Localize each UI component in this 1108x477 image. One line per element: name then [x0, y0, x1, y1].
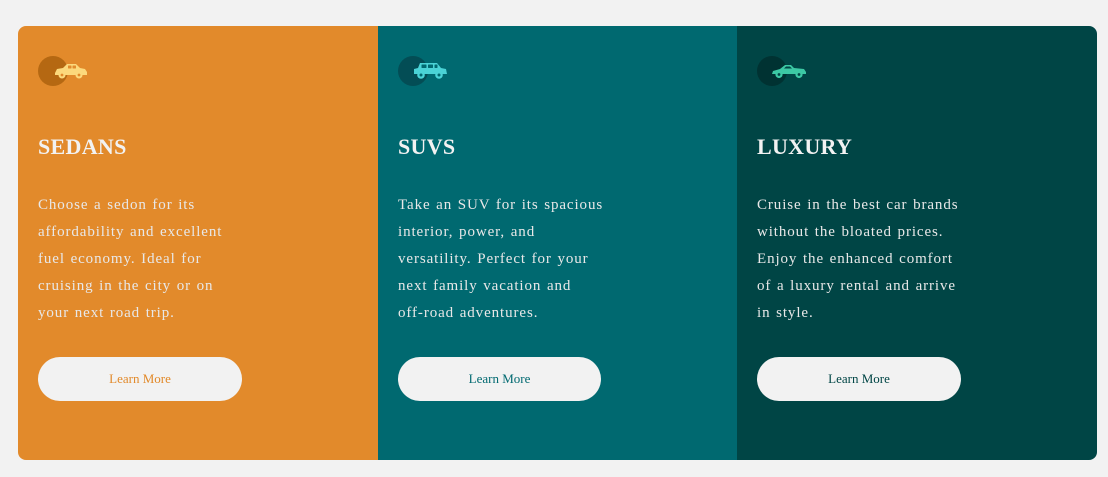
card-sedans: SEDANS Choose a sedon for its affordabil… [18, 26, 378, 460]
card-row: SEDANS Choose a sedon for its affordabil… [18, 26, 1097, 460]
suv-car-icon [414, 63, 447, 79]
card-title: SUVS [398, 134, 456, 159]
luxury-icon-badge [757, 56, 813, 86]
card-title: SEDANS [38, 134, 127, 159]
sedan-car-icon [55, 64, 87, 79]
learn-more-button[interactable]: Learn More [757, 357, 961, 401]
learn-more-button[interactable]: Learn More [38, 357, 242, 401]
card-description: Cruise in the best car brands without th… [757, 197, 959, 321]
sedan-icon-badge [38, 56, 94, 86]
luxury-car-icon [772, 65, 806, 79]
card-description: Take an SUV for its spacious interior, p… [398, 197, 604, 321]
card-luxury: LUXURY Cruise in the best car brands wit… [737, 26, 1097, 460]
suv-icon-badge [398, 56, 454, 86]
card-title: LUXURY [757, 134, 853, 159]
card-description: Choose a sedon for its affordability and… [38, 197, 223, 321]
learn-more-button[interactable]: Learn More [398, 357, 601, 401]
card-suvs: SUVS Take an SUV for its spacious interi… [378, 26, 737, 460]
